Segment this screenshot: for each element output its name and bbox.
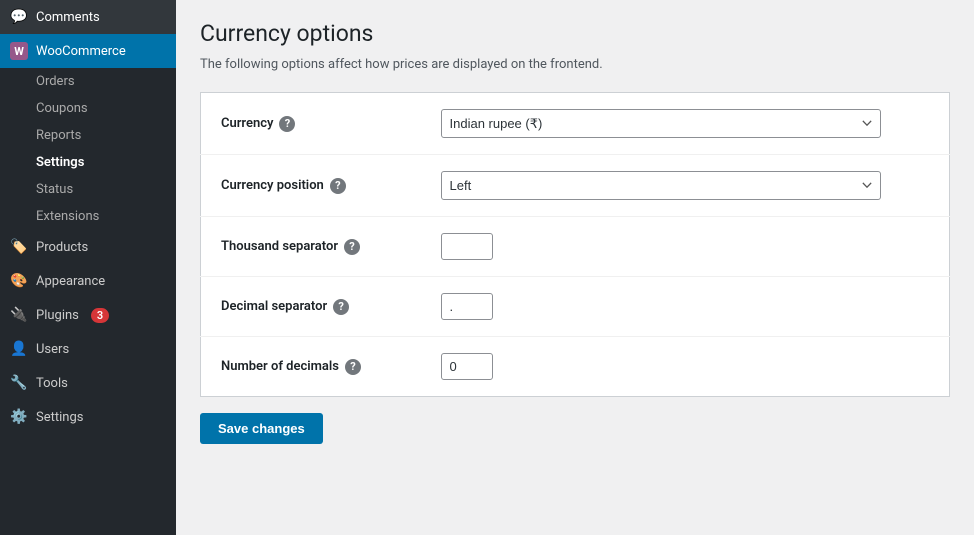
sidebar-sub-settings[interactable]: Settings — [0, 149, 176, 176]
page-subtitle: The following options affect how prices … — [200, 57, 950, 72]
number-of-decimals-field-cell — [421, 337, 950, 397]
sidebar-sub-reports[interactable]: Reports — [0, 122, 176, 149]
decimal-separator-label-cell: Decimal separator ? — [201, 277, 421, 337]
sidebar-item-label: Users — [36, 342, 69, 357]
appearance-icon: 🎨 — [10, 272, 28, 290]
currency-position-label: Currency position — [221, 178, 324, 193]
sidebar-item-tools[interactable]: 🔧 Tools — [0, 366, 176, 400]
main-content: Currency options The following options a… — [176, 0, 974, 535]
thousand-separator-field-cell — [421, 217, 950, 277]
sidebar-sub-coupons[interactable]: Coupons — [0, 95, 176, 122]
currency-position-label-cell: Currency position ? — [201, 155, 421, 217]
products-icon: 🏷️ — [10, 238, 28, 256]
sidebar-sub-orders[interactable]: Orders — [0, 68, 176, 95]
currency-label: Currency — [221, 116, 273, 131]
plugins-badge: 3 — [91, 308, 109, 323]
extensions-label: Extensions — [36, 209, 99, 224]
currency-field-cell: Indian rupee (₹) — [421, 93, 950, 155]
comments-icon: 💬 — [10, 8, 28, 26]
decimal-separator-help-icon[interactable]: ? — [333, 299, 349, 315]
sidebar-item-label: Tools — [36, 376, 68, 391]
number-of-decimals-input[interactable] — [441, 353, 493, 380]
currency-position-row: Currency position ? Left — [201, 155, 950, 217]
currency-select[interactable]: Indian rupee (₹) — [441, 109, 881, 138]
coupons-label: Coupons — [36, 101, 88, 116]
currency-help-icon[interactable]: ? — [279, 116, 295, 132]
sidebar-item-label: Plugins — [36, 308, 79, 323]
page-title: Currency options — [200, 20, 950, 47]
currency-label-cell: Currency ? — [201, 93, 421, 155]
number-of-decimals-label-cell: Number of decimals ? — [201, 337, 421, 397]
users-icon: 👤 — [10, 340, 28, 358]
number-of-decimals-row: Number of decimals ? — [201, 337, 950, 397]
currency-position-field-cell: Left — [421, 155, 950, 217]
sidebar-item-label: Appearance — [36, 274, 105, 289]
sidebar-item-label: WooCommerce — [36, 44, 126, 59]
decimal-separator-field-cell — [421, 277, 950, 337]
sidebar-item-label: Settings — [36, 410, 83, 425]
sidebar-item-products[interactable]: 🏷️ Products — [0, 230, 176, 264]
sidebar-sub-status[interactable]: Status — [0, 176, 176, 203]
decimal-separator-label: Decimal separator — [221, 299, 327, 314]
decimal-separator-row: Decimal separator ? — [201, 277, 950, 337]
currency-position-select[interactable]: Left — [441, 171, 881, 200]
settings-main-icon: ⚙️ — [10, 408, 28, 426]
thousand-separator-input[interactable] — [441, 233, 493, 260]
sidebar-sub-extensions[interactable]: Extensions — [0, 203, 176, 230]
reports-label: Reports — [36, 128, 81, 143]
thousand-separator-help-icon[interactable]: ? — [344, 239, 360, 255]
sidebar-item-plugins[interactable]: 🔌 Plugins 3 — [0, 298, 176, 332]
decimal-separator-input[interactable] — [441, 293, 493, 320]
currency-position-help-icon[interactable]: ? — [330, 178, 346, 194]
status-label: Status — [36, 182, 73, 197]
sidebar-item-label: Products — [36, 240, 88, 255]
save-changes-button[interactable]: Save changes — [200, 413, 323, 444]
tools-icon: 🔧 — [10, 374, 28, 392]
thousand-separator-label: Thousand separator — [221, 239, 338, 254]
number-of-decimals-label: Number of decimals — [221, 359, 339, 374]
sidebar-item-settings-main[interactable]: ⚙️ Settings — [0, 400, 176, 434]
thousand-separator-row: Thousand separator ? — [201, 217, 950, 277]
sidebar-item-appearance[interactable]: 🎨 Appearance — [0, 264, 176, 298]
number-of-decimals-help-icon[interactable]: ? — [345, 359, 361, 375]
sidebar-item-users[interactable]: 👤 Users — [0, 332, 176, 366]
plugins-icon: 🔌 — [10, 306, 28, 324]
sidebar-item-woocommerce[interactable]: W WooCommerce — [0, 34, 176, 68]
currency-row: Currency ? Indian rupee (₹) — [201, 93, 950, 155]
sidebar: 💬 Comments W WooCommerce Orders Coupons … — [0, 0, 176, 535]
orders-label: Orders — [36, 74, 75, 89]
sidebar-item-label: Comments — [36, 10, 100, 25]
sidebar-item-comments[interactable]: 💬 Comments — [0, 0, 176, 34]
thousand-separator-label-cell: Thousand separator ? — [201, 217, 421, 277]
woocommerce-icon: W — [10, 42, 28, 60]
settings-label: Settings — [36, 155, 84, 170]
currency-options-table: Currency ? Indian rupee (₹) Currency pos… — [200, 92, 950, 397]
